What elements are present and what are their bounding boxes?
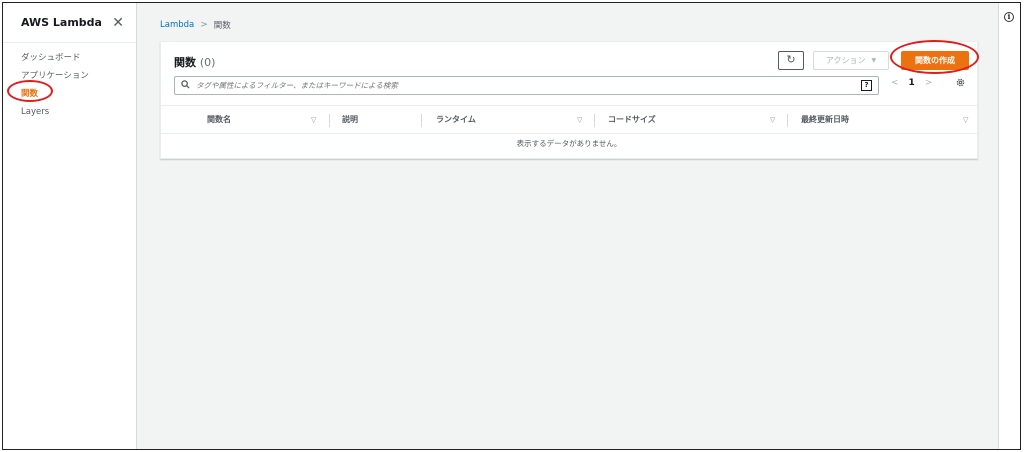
- col-last-modified[interactable]: 最終更新日時 ▽: [801, 106, 971, 133]
- col-function-name-label: 関数名: [207, 115, 231, 124]
- actions-dropdown[interactable]: アクション ▼: [813, 51, 889, 70]
- col-code-size[interactable]: コードサイズ ▽: [608, 106, 783, 133]
- col-function-name[interactable]: 関数名 ▽: [207, 106, 327, 133]
- sort-icon: ▽: [770, 115, 776, 124]
- col-description-label: 説明: [342, 115, 358, 124]
- breadcrumb-separator: >: [200, 20, 208, 30]
- table-header: 関数名 ▽ 説明 ランタイム ▽ コードサイズ ▽ 最終更新日時 ▽: [161, 105, 977, 134]
- caret-down-icon: ▼: [871, 57, 877, 64]
- gear-icon[interactable]: [955, 77, 966, 91]
- functions-panel: 関数 (0) ↻ アクション ▼ 関数の作成 ? < 1 >: [160, 41, 978, 159]
- help-icon[interactable]: ?: [861, 80, 872, 91]
- col-runtime[interactable]: ランタイム ▽: [436, 106, 586, 133]
- col-divider: [787, 114, 788, 127]
- sidebar-item-layers[interactable]: Layers: [3, 103, 136, 121]
- breadcrumb: Lambda > 関数: [160, 19, 231, 31]
- sidebar-item-functions[interactable]: 関数: [3, 85, 136, 103]
- breadcrumb-current: 関数: [213, 21, 231, 31]
- sort-icon: ▽: [577, 115, 583, 124]
- col-last-modified-label: 最終更新日時: [801, 115, 849, 124]
- pager-next-button[interactable]: >: [925, 78, 933, 88]
- col-divider: [421, 114, 422, 127]
- sidebar-header: AWS Lambda ✕: [3, 3, 136, 43]
- search-icon: [181, 79, 190, 92]
- sort-icon: ▽: [311, 115, 317, 124]
- col-divider: [329, 114, 330, 127]
- search-box: ?: [174, 76, 879, 95]
- refresh-button[interactable]: ↻: [778, 51, 804, 70]
- info-icon[interactable]: i: [1004, 12, 1014, 22]
- col-code-size-label: コードサイズ: [608, 115, 656, 124]
- close-icon[interactable]: ✕: [112, 15, 124, 31]
- col-description[interactable]: 説明: [342, 106, 422, 133]
- actions-label: アクション: [825, 56, 866, 65]
- sidebar-item-applications[interactable]: アプリケーション: [3, 67, 136, 85]
- refresh-icon: ↻: [786, 53, 796, 66]
- empty-table-message: 表示するデータがありません。: [516, 139, 622, 148]
- pager-current-page[interactable]: 1: [909, 78, 915, 88]
- app-frame: AWS Lambda ✕ ダッシュボード アプリケーション 関数 Layers …: [2, 2, 1021, 450]
- right-rail: i: [998, 3, 1020, 449]
- sidebar-item-dashboard[interactable]: ダッシュボード: [3, 49, 136, 67]
- breadcrumb-lambda-link[interactable]: Lambda: [160, 20, 194, 30]
- search-input[interactable]: [196, 81, 855, 90]
- col-divider: [594, 114, 595, 127]
- panel-title-text: 関数: [174, 56, 196, 69]
- create-function-button[interactable]: 関数の作成: [901, 51, 969, 70]
- sidebar-nav: ダッシュボード アプリケーション 関数 Layers: [3, 43, 136, 121]
- sidebar: AWS Lambda ✕ ダッシュボード アプリケーション 関数 Layers: [3, 3, 137, 449]
- sort-icon: ▽: [963, 115, 969, 124]
- col-runtime-label: ランタイム: [436, 115, 476, 124]
- pager-prev-button[interactable]: <: [891, 78, 899, 88]
- pagination: < 1 >: [891, 78, 932, 88]
- function-count: (0): [199, 56, 216, 69]
- page-title: 関数 (0): [174, 54, 215, 70]
- sidebar-title: AWS Lambda: [21, 16, 102, 29]
